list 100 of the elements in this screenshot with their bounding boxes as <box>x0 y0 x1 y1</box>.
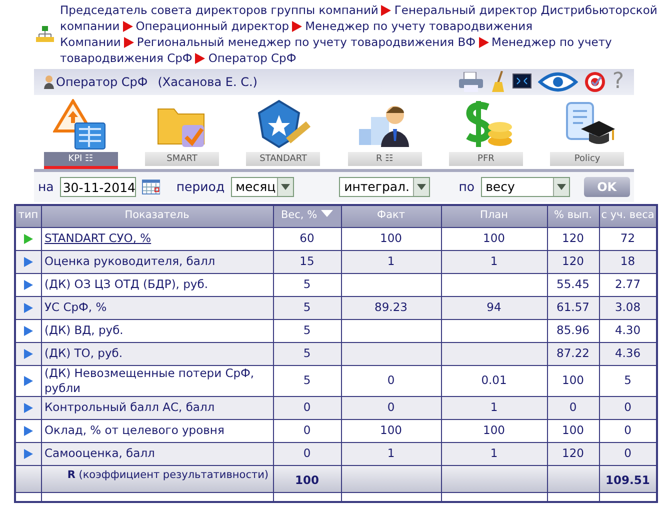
indicator-name: (ДК) ТО, руб. <box>44 346 123 360</box>
by-label: по <box>458 178 475 196</box>
breadcrumb-link[interactable]: Председатель совета директоров группы компаний <box>60 2 378 18</box>
table-cell: 120 <box>562 254 584 268</box>
module-tab[interactable]: SMART <box>144 152 219 166</box>
expand-arrow-icon[interactable] <box>24 256 33 267</box>
table-cell: 1 <box>490 446 498 460</box>
target-icon[interactable] <box>584 71 606 93</box>
separator-arrow-icon <box>195 52 206 64</box>
separator-arrow-icon <box>478 36 489 48</box>
table-cell: 0 <box>624 400 632 414</box>
table-cell: 100 <box>380 422 402 437</box>
expand-arrow-icon[interactable] <box>24 326 33 336</box>
monitor-icon[interactable] <box>512 73 532 91</box>
indicator-name: (ДК) ВД, руб. <box>44 323 124 337</box>
total-label: R (коэффициент результативности) <box>67 468 268 480</box>
expand-arrow-icon[interactable] <box>24 376 33 386</box>
table-cell: 100 <box>380 230 402 245</box>
separator-arrow-icon <box>381 4 392 16</box>
date-field[interactable]: 30-11-2014 <box>60 177 136 197</box>
indicator-name: (ДК) Невозмещенные потери СрФ, рубли <box>44 366 254 394</box>
table-cell: 4.30 <box>614 322 641 337</box>
indicator-name: Оценка руководителя, балл <box>44 254 216 268</box>
dropdown[interactable]: месяц <box>230 177 294 197</box>
calendar-icon[interactable] <box>142 179 160 195</box>
table-cell: 1 <box>387 446 395 460</box>
table-cell: 0 <box>303 422 311 437</box>
table-cell: 2.77 <box>614 276 641 291</box>
module-tab[interactable]: KPI ☷ <box>44 152 118 169</box>
table-cell: 0 <box>303 446 311 460</box>
table-cell: 0 <box>387 400 395 414</box>
goal-shield-icon[interactable] <box>255 99 312 151</box>
breadcrumb-link[interactable]: Генеральный директор Дистрибьюторской <box>394 2 658 18</box>
table-cell: 5 <box>303 322 311 337</box>
table-cell: 120 <box>562 230 584 245</box>
breadcrumb-link[interactable]: компании <box>60 18 120 34</box>
printer-icon[interactable] <box>458 72 484 92</box>
indicator-name: Самооценка, балл <box>44 446 155 460</box>
table-cell: 72 <box>620 230 636 245</box>
module-tab[interactable]: PFR <box>448 152 523 166</box>
table-cell: 0 <box>624 422 632 437</box>
period-label: период <box>176 178 225 196</box>
table-cell: 0 <box>303 400 311 414</box>
user-role: Оператор СрФ <box>56 74 148 91</box>
expand-arrow-icon[interactable] <box>24 426 33 436</box>
expand-arrow-icon[interactable] <box>24 448 33 459</box>
table-cell: 100 <box>562 422 584 437</box>
user-icon <box>44 75 54 89</box>
indicator-name: УС СрФ, % <box>44 300 107 314</box>
table-cell: 55.45 <box>556 276 590 291</box>
table-cell: 85.96 <box>556 322 590 337</box>
expand-arrow-icon[interactable] <box>24 302 33 313</box>
indicator-name: Оклад, % от целевого уровня <box>44 423 224 437</box>
total-weighted: 109.51 <box>606 473 650 488</box>
table-cell: 100 <box>562 372 584 387</box>
total-weight: 100 <box>294 473 319 488</box>
date-label: на <box>38 178 54 196</box>
indicator-name: Контрольный балл АС, балл <box>44 400 215 414</box>
table-cell: 5 <box>303 372 311 387</box>
expand-arrow-icon[interactable] <box>24 402 33 413</box>
breadcrumb-link[interactable]: Компании <box>60 34 121 50</box>
dropdown[interactable]: весу <box>480 177 570 197</box>
table-cell: 3.08 <box>614 300 641 314</box>
expand-arrow-icon[interactable] <box>24 280 33 290</box>
table-cell: 5 <box>303 346 311 360</box>
breadcrumb-link[interactable]: Операционный директор <box>136 18 290 34</box>
table-cell: 94 <box>486 300 502 314</box>
sort-descending-icon <box>321 210 334 218</box>
breadcrumb-link[interactable]: Оператор СрФ <box>208 50 296 66</box>
table-cell: 18 <box>620 254 636 268</box>
table-cell: 60 <box>300 230 314 245</box>
breadcrumb-link[interactable]: товародвижения СрФ <box>60 50 192 66</box>
table-cell: 5 <box>303 300 311 314</box>
table-cell: 89.23 <box>374 300 408 314</box>
table-cell: 1 <box>490 254 498 268</box>
table-cell: 0 <box>569 400 577 414</box>
module-tab[interactable]: Policy <box>550 152 624 166</box>
table-cell: 100 <box>483 230 505 245</box>
breadcrumb-link[interactable]: Региональный менеджер по учету товародвижения ВФ <box>136 34 476 50</box>
table-cell: 5 <box>624 372 632 387</box>
table-cell: 0.01 <box>481 372 507 387</box>
expand-arrow-icon[interactable] <box>24 348 33 359</box>
table-cell: 15 <box>300 254 314 268</box>
eye-icon[interactable] <box>538 72 578 92</box>
table-cell: 61.57 <box>556 300 590 314</box>
breadcrumb-link[interactable]: Менеджер по учету товародвижения <box>305 18 532 34</box>
module-tab[interactable]: R ☷ <box>348 152 422 166</box>
separator-arrow-icon <box>124 36 134 48</box>
expand-arrow-icon[interactable] <box>24 234 33 244</box>
table-cell: 120 <box>562 446 584 460</box>
broom-icon[interactable] <box>490 71 506 93</box>
table-cell: 87.22 <box>556 346 590 360</box>
table-cell: 100 <box>483 422 505 437</box>
dropdown[interactable]: интеграл. <box>339 177 430 197</box>
module-tab[interactable]: STANDART <box>246 152 320 166</box>
indicator-name: (ДК) ОЗ ЦЗ ОТД (БДР), руб. <box>44 277 208 291</box>
hierarchy-icon <box>36 26 54 42</box>
table-cell: 0 <box>624 446 632 460</box>
table-cell: 5 <box>303 276 311 291</box>
breadcrumb-link[interactable]: Менеджер по учету <box>492 34 612 50</box>
